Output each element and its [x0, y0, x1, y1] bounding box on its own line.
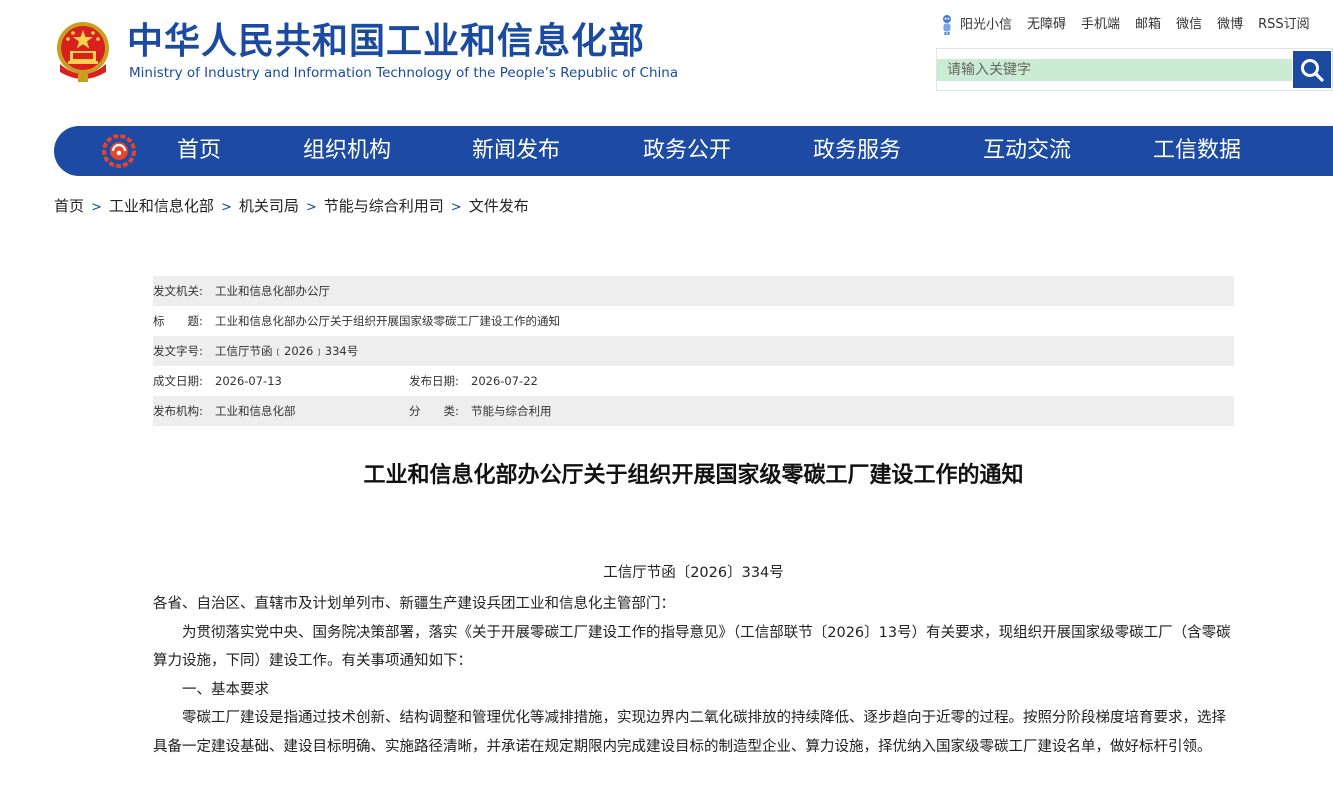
meta-row-doc-number: 发文字号: 工信厅节函﹝2026﹞334号 [153, 336, 1234, 366]
breadcrumb-ministry[interactable]: 工业和信息化部 [109, 197, 214, 215]
toplink-mail[interactable]: 邮箱 [1135, 14, 1161, 36]
breadcrumb: 首页 > 工业和信息化部 > 机关司局 > 节能与综合利用司 > 文件发布 [54, 196, 529, 216]
meta-org-value: 工业和信息化部 [215, 404, 296, 418]
meta-row-issuer: 发文机关: 工业和信息化部办公厅 [153, 276, 1234, 306]
search-button[interactable] [1293, 51, 1331, 88]
breadcrumb-home[interactable]: 首页 [54, 197, 84, 215]
toplink-mobile[interactable]: 手机端 [1081, 14, 1120, 36]
toplink-wechat[interactable]: 微信 [1176, 14, 1202, 36]
meta-row-dates: 成文日期: 2026-07-13 发布日期: 2026-07-22 [153, 366, 1234, 396]
meta-category-label: 分 类: [409, 404, 459, 418]
breadcrumb-separator-icon: > [305, 200, 317, 215]
document-addressee: 各省、自治区、直辖市及计划单列市、新疆生产建设兵团工业和信息化主管部门： [153, 596, 675, 612]
nav-news[interactable]: 新闻发布 [472, 126, 560, 176]
breadcrumb-energy-dept[interactable]: 节能与综合利用司 [324, 197, 444, 215]
breadcrumb-separator-icon: > [220, 200, 232, 215]
nav-interaction[interactable]: 互动交流 [983, 126, 1071, 176]
document-section-heading: 一、基本要求 [182, 681, 269, 698]
national-emblem-icon[interactable] [54, 20, 112, 84]
meta-row-org-category: 发布机构: 工业和信息化部 分 类: 节能与综合利用 [153, 396, 1234, 426]
miit-logo-icon[interactable] [102, 134, 136, 168]
document-number: 工信厅节函〔2026〕334号 [603, 565, 784, 581]
document-body: 各省、自治区、直辖市及计划单列市、新疆生产建设兵团工业和信息化主管部门： 为贯彻… [153, 590, 1234, 762]
toplink-sunshine-label: 阳光小信 [960, 17, 1013, 33]
document-title: 工业和信息化部办公厅关于组织开展国家级零碳工厂建设工作的通知 [363, 463, 1024, 488]
meta-org-label: 发布机构: [153, 404, 203, 418]
breadcrumb-documents[interactable]: 文件发布 [469, 197, 529, 215]
search-box [936, 48, 1333, 91]
toplink-weibo[interactable]: 微博 [1217, 14, 1243, 36]
meta-doc-number-label: 发文字号: [153, 344, 203, 358]
meta-issuer-value: 工业和信息化部办公厅 [215, 284, 330, 298]
meta-issuer-label: 发文机关: [153, 284, 203, 298]
meta-publish-date-value: 2026-07-22 [471, 374, 538, 388]
search-input[interactable] [937, 59, 1292, 81]
meta-category-value: 节能与综合利用 [471, 404, 552, 418]
nav-government-affairs[interactable]: 政务公开 [643, 126, 731, 176]
breadcrumb-separator-icon: > [450, 200, 462, 215]
meta-written-date-value: 2026-07-13 [215, 374, 282, 388]
document-paragraph: 零碳工厂建设是指通过技术创新、结构调整和管理优化等减排措施，实现边界内二氧化碳排… [153, 710, 1226, 755]
toplink-accessibility[interactable]: 无障碍 [1027, 14, 1066, 36]
nav-organization[interactable]: 组织机构 [303, 126, 391, 176]
meta-publish-date-label: 发布日期: [409, 374, 459, 388]
meta-title-value: 工业和信息化部办公厅关于组织开展国家级零碳工厂建设工作的通知 [215, 314, 560, 328]
mascot-robot-icon [943, 14, 951, 35]
meta-title-label: 标 题: [153, 314, 203, 328]
search-icon [1301, 58, 1324, 82]
meta-row-title: 标 题: 工业和信息化部办公厅关于组织开展国家级零碳工厂建设工作的通知 [153, 306, 1234, 336]
meta-written-date-label: 成文日期: [153, 374, 203, 388]
document-paragraph: 为贯彻落实党中央、国务院决策部署，落实《关于开展零碳工厂建设工作的指导意见》（工… [153, 624, 1231, 670]
site-title[interactable]: 中华人民共和国工业和信息化部 [127, 20, 645, 64]
main-nav: 首页 组织机构 新闻发布 政务公开 政务服务 互动交流 工信数据 [54, 126, 1333, 176]
toplink-rss[interactable]: RSS订阅 [1258, 14, 1310, 36]
breadcrumb-separator-icon: > [91, 200, 102, 215]
site-subtitle: Ministry of Industry and Information Tec… [129, 65, 679, 81]
top-links: 阳光小信 无障碍 手机端 邮箱 微信 微博 RSS订阅 [940, 14, 1333, 36]
document-meta-table: 发文机关: 工业和信息化部办公厅 标 题: 工业和信息化部办公厅关于组织开展国家… [153, 276, 1234, 426]
breadcrumb-departments[interactable]: 机关司局 [239, 197, 299, 215]
site-header: 中华人民共和国工业和信息化部 Ministry of Industry and … [0, 0, 1333, 120]
nav-home[interactable]: 首页 [177, 126, 221, 176]
toplink-sunshine[interactable]: 阳光小信 [940, 14, 1012, 37]
nav-data[interactable]: 工信数据 [1153, 126, 1241, 176]
nav-services[interactable]: 政务服务 [813, 126, 901, 176]
meta-doc-number-value: 工信厅节函﹝2026﹞334号 [215, 344, 359, 358]
